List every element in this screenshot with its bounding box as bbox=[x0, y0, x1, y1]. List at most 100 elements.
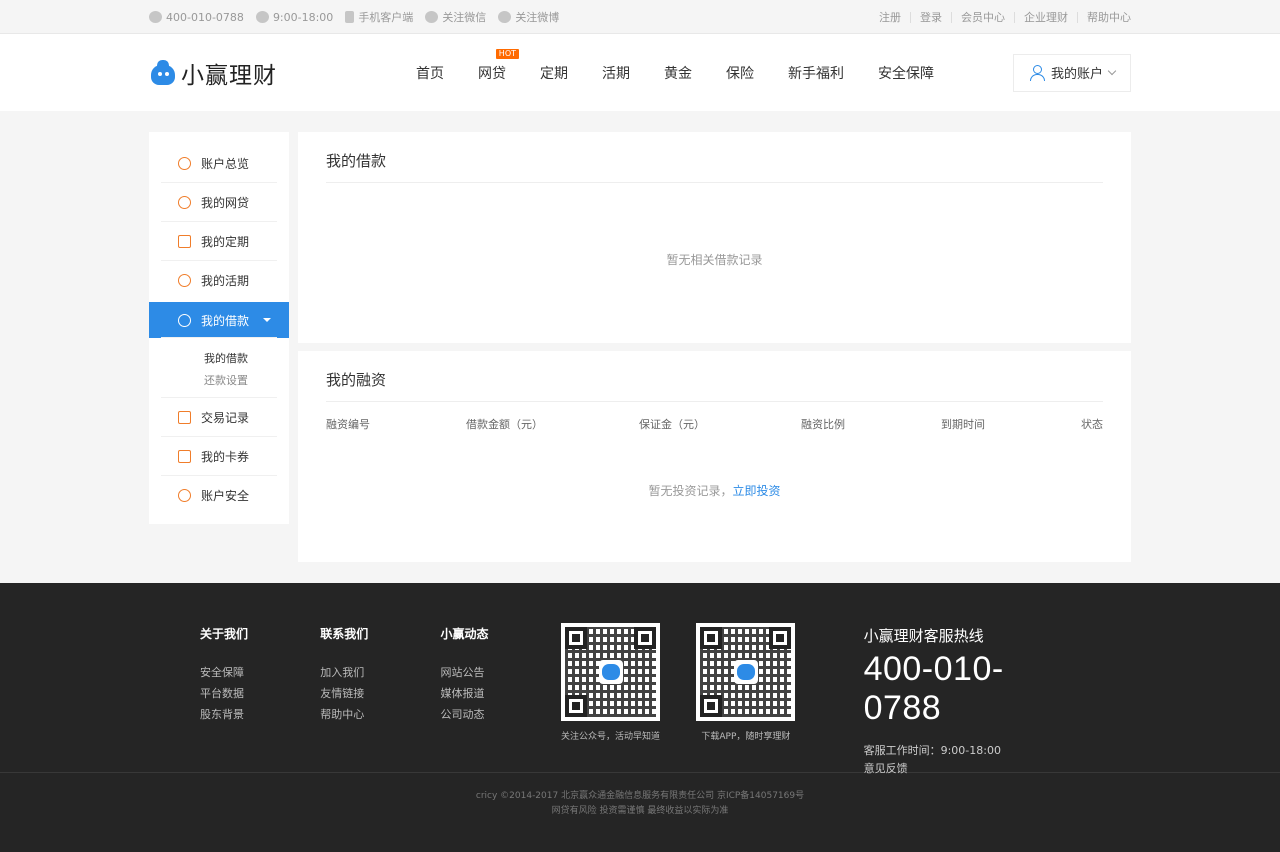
main-header: 小赢理财 首页 网贷 HOT 定期 活期 黄金 保险 新手福利 安全保障 我的账户 bbox=[0, 34, 1280, 111]
mobile-client-label: 手机客户端 bbox=[358, 11, 414, 24]
user-icon bbox=[1029, 64, 1045, 81]
column-due-date: 到期时间 bbox=[941, 418, 985, 431]
sidebar-item-label: 我的借款 bbox=[201, 313, 250, 328]
nav-current[interactable]: 活期 bbox=[585, 63, 647, 83]
wechat-icon bbox=[425, 11, 439, 23]
weibo-label: 关注微博 bbox=[515, 11, 560, 24]
nav-gold[interactable]: 黄金 bbox=[647, 63, 709, 83]
footer-col-title: 小赢动态 bbox=[440, 627, 489, 641]
invest-now-link[interactable]: 立即投资 bbox=[733, 484, 781, 498]
clock-icon bbox=[255, 11, 269, 23]
footer-link[interactable]: 平台数据 bbox=[200, 683, 320, 704]
footer-col-title: 联系我们 bbox=[320, 627, 369, 641]
caret-down-icon bbox=[263, 318, 272, 322]
hotline-number: 400-010-0788 bbox=[863, 650, 1004, 727]
nav-p2p-label: 网贷 bbox=[478, 65, 506, 82]
phone-number: 400-010-0788 bbox=[166, 10, 244, 24]
footer-link[interactable]: 公司动态 bbox=[441, 704, 561, 725]
empty-text: 暂无投资记录， bbox=[648, 484, 733, 498]
sidebar-item-loans[interactable]: 我的借款 bbox=[149, 302, 289, 338]
copyright-text: cricy ©2014-2017 北京赢众通金融信息服务有限责任公司 京ICP备… bbox=[475, 791, 805, 801]
wechat-label: 关注微信 bbox=[442, 11, 487, 24]
footer-link[interactable]: 网站公告 bbox=[441, 662, 561, 683]
user-circle-icon bbox=[178, 157, 191, 170]
financing-table-header: 融资编号 借款金额（元） 保证金（元） 融资比例 到期时间 状态 bbox=[326, 416, 1103, 432]
mobile-client-link[interactable]: 手机客户端 bbox=[345, 9, 413, 25]
copyright-area: cricy ©2014-2017 北京赢众通金融信息服务有限责任公司 京ICP备… bbox=[0, 772, 1280, 819]
hotline-block: 小赢理财客服热线 400-010-0788 客服工作时间：9:00-18:00 … bbox=[863, 625, 1080, 775]
sidebar-item-label: 交易记录 bbox=[201, 411, 250, 425]
content-area: 我的借款 暂无相关借款记录 我的融资 融资编号 借款金额（元） 保证金（元） 融… bbox=[298, 132, 1131, 562]
edit-list-icon bbox=[178, 411, 191, 424]
loans-submenu: 我的借款 还款设置 bbox=[149, 338, 289, 398]
loans-panel-title: 我的借款 bbox=[326, 132, 1103, 183]
footer-link[interactable]: 媒体报道 bbox=[441, 683, 561, 704]
refresh-icon bbox=[178, 274, 191, 287]
loans-panel: 我的借款 暂无相关借款记录 bbox=[298, 132, 1131, 343]
column-deposit: 保证金（元） bbox=[639, 418, 705, 431]
sidebar-item-current[interactable]: 我的活期 bbox=[149, 261, 289, 300]
submenu-my-loans[interactable]: 我的借款 bbox=[204, 348, 289, 370]
member-center-link[interactable]: 会员中心 bbox=[951, 11, 1014, 23]
footer-col-contact: 联系我们 加入我们 友情链接 帮助中心 bbox=[320, 625, 440, 772]
column-financing-ratio: 融资比例 bbox=[801, 418, 845, 431]
register-link[interactable]: 注册 bbox=[870, 12, 910, 23]
sidebar-item-coupons[interactable]: 我的卡券 bbox=[149, 437, 289, 476]
hand-coin-icon bbox=[178, 313, 191, 327]
risk-notice: 网贷有风险 投资需谨慎 最终收益以实际为准 bbox=[551, 806, 729, 816]
footer-link[interactable]: 友情链接 bbox=[320, 683, 440, 704]
sidebar-item-label: 账户总览 bbox=[201, 157, 250, 171]
nav-newbie[interactable]: 新手福利 bbox=[771, 63, 861, 83]
column-loan-amount: 借款金额（元） bbox=[466, 418, 543, 431]
nav-p2p[interactable]: 网贷 HOT bbox=[461, 48, 523, 83]
nav-insurance[interactable]: 保险 bbox=[709, 63, 771, 83]
app-qr-block: 下载APP，随时享理财 bbox=[696, 623, 796, 772]
sidebar-item-label: 我的卡券 bbox=[201, 450, 250, 464]
footer-col-news: 小赢动态 网站公告 媒体报道 公司动态 bbox=[441, 625, 561, 772]
top-utility-bar: 400-010-0788 9:00-18:00 手机客户端 关注微信 关注微博 … bbox=[0, 0, 1280, 34]
sidebar-item-fixed[interactable]: 我的定期 bbox=[149, 222, 289, 261]
document-icon bbox=[178, 235, 191, 248]
nav-home[interactable]: 首页 bbox=[399, 63, 461, 83]
footer-link[interactable]: 加入我们 bbox=[320, 662, 440, 683]
footer-col-title: 关于我们 bbox=[200, 627, 249, 641]
submenu-repayment-settings[interactable]: 还款设置 bbox=[204, 370, 289, 392]
loans-empty-message: 暂无相关借款记录 bbox=[666, 253, 763, 267]
hot-badge: HOT bbox=[495, 48, 519, 59]
wechat-link[interactable]: 关注微信 bbox=[425, 9, 486, 25]
main-area: 账户总览 我的网贷 我的定期 我的活期 我的借款 我的借款 还款设置 交易记录 … bbox=[149, 132, 1131, 562]
nav-security[interactable]: 安全保障 bbox=[861, 63, 951, 83]
weibo-link[interactable]: 关注微博 bbox=[498, 9, 559, 25]
logo-text: 小赢理财 bbox=[181, 62, 277, 89]
footer-col-about: 关于我们 安全保障 平台数据 股东背景 bbox=[200, 625, 320, 772]
sidebar-item-transactions[interactable]: 交易记录 bbox=[149, 398, 289, 437]
weibo-icon bbox=[498, 11, 512, 23]
phone-info: 400-010-0788 bbox=[149, 11, 244, 24]
footer-link[interactable]: 股东背景 bbox=[200, 704, 320, 725]
footer-link[interactable]: 帮助中心 bbox=[320, 704, 440, 725]
logo[interactable]: 小赢理财 bbox=[149, 56, 389, 90]
help-center-link[interactable]: 帮助中心 bbox=[1077, 11, 1131, 23]
my-account-button[interactable]: 我的账户 bbox=[1013, 53, 1131, 92]
phone-icon bbox=[149, 11, 162, 23]
footer-link[interactable]: 安全保障 bbox=[200, 662, 320, 683]
feedback-link[interactable]: 意见反馈 bbox=[864, 760, 1080, 778]
column-status: 状态 bbox=[1081, 418, 1103, 431]
mobile-icon bbox=[345, 11, 355, 23]
sidebar-item-overview[interactable]: 账户总览 bbox=[149, 144, 289, 183]
sidebar-item-security[interactable]: 账户安全 bbox=[149, 476, 289, 515]
chevron-down-icon bbox=[1107, 66, 1117, 75]
qr-caption: 关注公众号，活动早知道 bbox=[560, 732, 660, 742]
sidebar-item-label: 我的定期 bbox=[201, 235, 250, 249]
wechat-qr-code bbox=[560, 623, 660, 721]
service-hours: 9:00-18:00 bbox=[272, 10, 334, 24]
sidebar-item-p2p[interactable]: 我的网贷 bbox=[149, 183, 289, 222]
enterprise-finance-link[interactable]: 企业理财 bbox=[1014, 11, 1077, 23]
main-nav: 首页 网贷 HOT 定期 活期 黄金 保险 新手福利 安全保障 bbox=[399, 48, 951, 83]
coin-icon bbox=[178, 196, 191, 209]
qr-caption: 下载APP，随时享理财 bbox=[701, 732, 791, 742]
nav-fixed[interactable]: 定期 bbox=[523, 63, 585, 83]
shield-icon bbox=[178, 489, 191, 502]
sidebar-item-label: 我的活期 bbox=[201, 274, 250, 288]
login-link[interactable]: 登录 bbox=[910, 11, 951, 23]
